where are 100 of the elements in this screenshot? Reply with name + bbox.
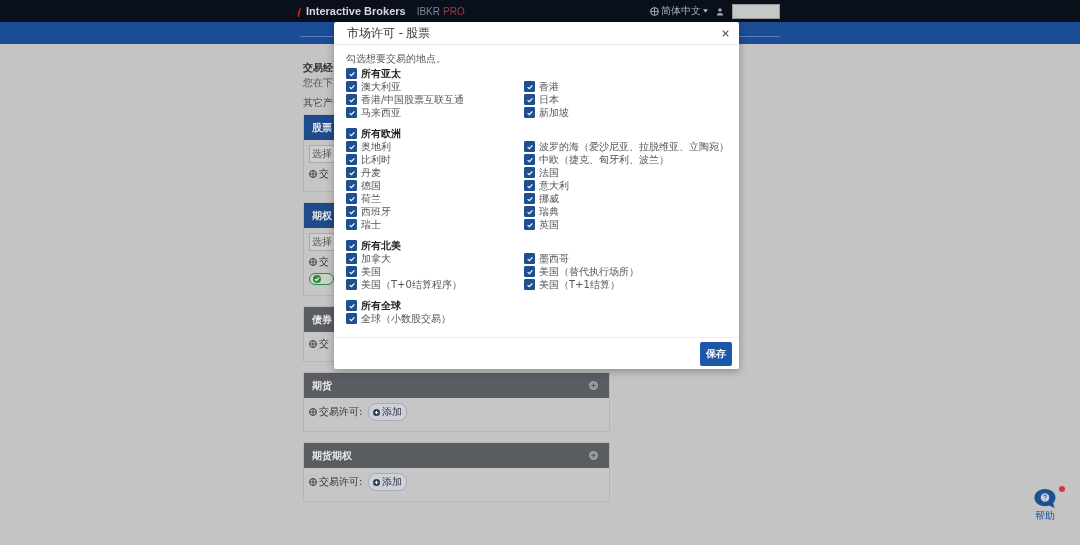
checkbox[interactable] xyxy=(346,107,357,118)
checkbox[interactable] xyxy=(524,193,535,204)
checkbox[interactable] xyxy=(524,141,535,152)
checkbox[interactable] xyxy=(346,167,357,178)
checkbox[interactable] xyxy=(346,253,357,264)
instruction-text: 勾选想要交易的地点。 xyxy=(346,52,447,66)
card-header[interactable]: 期货期权 xyxy=(304,443,609,468)
globe-icon xyxy=(309,408,317,416)
market-label: 中欧（捷克、匈牙利、波兰） xyxy=(539,152,669,167)
plus-icon[interactable] xyxy=(589,451,598,460)
market-label: 瑞典 xyxy=(539,204,559,219)
dialog-title: 市场许可 - 股票 xyxy=(347,25,431,41)
page-description: 您在下 xyxy=(303,76,333,89)
checkbox[interactable] xyxy=(524,180,535,191)
market-label: 比利时 xyxy=(361,152,391,167)
market-label: 挪威 xyxy=(539,191,559,206)
section-label: 其它产 xyxy=(303,96,333,109)
checkbox[interactable] xyxy=(346,180,357,191)
checkbox[interactable] xyxy=(346,68,357,79)
market-label: 英国 xyxy=(539,217,559,232)
checkbox[interactable] xyxy=(524,81,535,92)
permission-label: 交 xyxy=(319,337,329,351)
add-button[interactable]: 添加 xyxy=(368,473,408,491)
checkbox[interactable] xyxy=(524,167,535,178)
market-label: 马来西亚 xyxy=(361,105,401,120)
market-label: 荷兰 xyxy=(361,191,381,206)
product-name: IBKR xyxy=(416,5,440,17)
checkbox[interactable] xyxy=(346,219,357,230)
market-label: 西班牙 xyxy=(361,204,391,219)
checkbox[interactable] xyxy=(524,206,535,217)
market-label: 法国 xyxy=(539,165,559,180)
checkbox[interactable] xyxy=(524,107,535,118)
globe-icon xyxy=(309,340,317,348)
close-icon xyxy=(722,29,729,37)
checkbox[interactable] xyxy=(524,253,535,264)
checkbox[interactable] xyxy=(346,206,357,217)
checkbox[interactable] xyxy=(524,94,535,105)
market-label: 丹麦 xyxy=(361,165,381,180)
checkbox[interactable] xyxy=(346,279,357,290)
market-label: 香港/中国股票互联互通 xyxy=(361,92,465,107)
chat-question-icon xyxy=(1033,488,1057,509)
market-label: 日本 xyxy=(539,92,559,107)
flame-logo-icon xyxy=(296,5,303,17)
language-menu[interactable]: 简体中文 xyxy=(650,4,708,18)
market-label: 澳大利亚 xyxy=(361,79,401,94)
group-label: 所有亚太 xyxy=(361,66,401,81)
globe-icon xyxy=(309,258,317,266)
caret-icon xyxy=(703,9,708,13)
account-field[interactable] xyxy=(732,3,780,19)
user-icon[interactable] xyxy=(716,6,724,16)
checkbox[interactable] xyxy=(524,154,535,165)
permission-label: 交易许可: xyxy=(319,405,363,419)
save-button[interactable]: 保存 xyxy=(700,341,732,366)
add-button[interactable]: 添加 xyxy=(368,403,408,421)
market-label: 瑞士 xyxy=(361,217,381,232)
checkbox[interactable] xyxy=(346,240,357,251)
checkbox[interactable] xyxy=(346,154,357,165)
market-label: 美国 xyxy=(361,264,381,279)
select-button[interactable]: 选择 xyxy=(309,145,335,163)
plus-icon xyxy=(373,408,381,416)
card-title: 股票 xyxy=(312,120,332,135)
card-header[interactable]: 期货 xyxy=(304,373,609,398)
checkbox[interactable] xyxy=(346,128,357,139)
market-label: 墨西哥 xyxy=(539,251,569,266)
market-label: 德国 xyxy=(361,178,381,193)
globe-icon xyxy=(309,170,317,178)
market-label: 香港 xyxy=(539,79,559,94)
checkbox[interactable] xyxy=(346,193,357,204)
checkbox[interactable] xyxy=(346,313,357,324)
market-label: 加拿大 xyxy=(361,251,391,266)
permission-label: 交易许可: xyxy=(319,475,363,489)
checkbox[interactable] xyxy=(346,94,357,105)
checkbox[interactable] xyxy=(346,300,357,311)
market-label: 美国（T+0结算程序） xyxy=(361,277,462,292)
checkbox[interactable] xyxy=(346,266,357,277)
market-label: 波罗的海（爱沙尼亚、拉脱维亚、立陶宛） xyxy=(539,139,729,154)
checkbox[interactable] xyxy=(346,81,357,92)
checkbox[interactable] xyxy=(524,279,535,290)
globe-icon xyxy=(309,478,317,486)
permission-label: 交 xyxy=(319,167,329,181)
card-title: 期权 xyxy=(312,208,332,223)
plus-icon[interactable] xyxy=(589,381,598,390)
checkbox[interactable] xyxy=(346,141,357,152)
market-label: 意大利 xyxy=(539,178,569,193)
group-label: 所有全球 xyxy=(361,298,401,313)
market-label: 美国（T+1结算） xyxy=(539,277,620,292)
group-label: 所有北美 xyxy=(361,238,401,253)
market-label: 新加坡 xyxy=(539,105,569,120)
pro-label: PRO xyxy=(443,5,465,17)
group-label: 所有欧洲 xyxy=(361,126,401,141)
card-title: 期货期权 xyxy=(312,448,352,463)
checkbox[interactable] xyxy=(524,219,535,230)
card-title: 期货 xyxy=(312,378,332,393)
market-label: 美国（替代执行场所） xyxy=(539,264,639,279)
select-button[interactable]: 选择 xyxy=(309,233,335,251)
permission-label: 交 xyxy=(319,255,329,269)
brand-name: Interactive Brokers xyxy=(306,5,406,17)
market-label: 全球（小数股交易） xyxy=(361,311,451,326)
checkbox[interactable] xyxy=(524,266,535,277)
help-label: 帮助 xyxy=(1035,509,1055,523)
